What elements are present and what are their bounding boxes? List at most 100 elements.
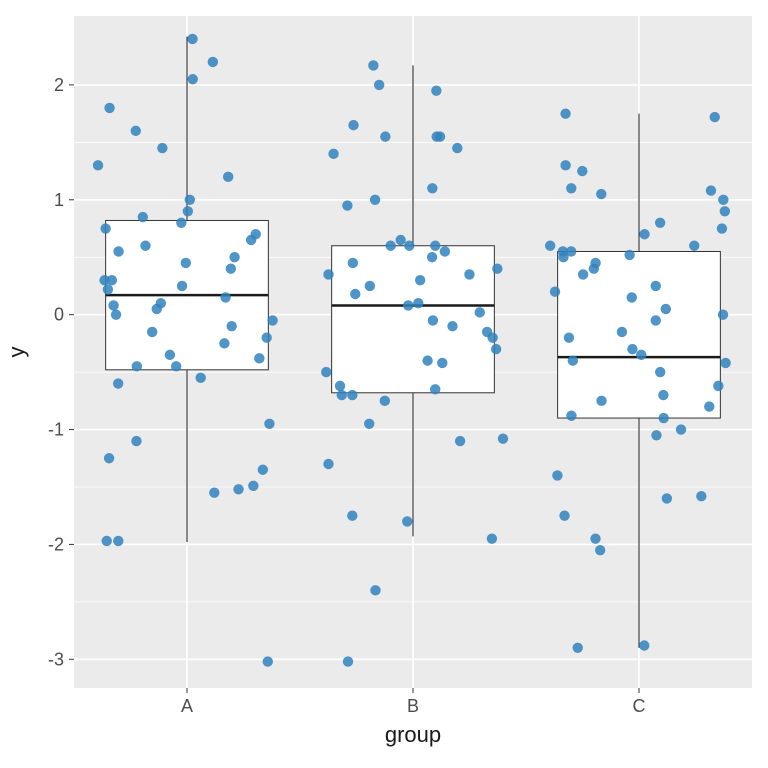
y-axis-title: y xyxy=(4,347,29,358)
data-point xyxy=(350,289,360,299)
x-axis-title: group xyxy=(385,722,441,747)
data-point xyxy=(455,436,465,446)
data-point xyxy=(103,284,113,294)
data-point xyxy=(347,510,357,520)
y-tick-label: 0 xyxy=(54,305,64,325)
x-tick-label: A xyxy=(181,696,193,716)
data-point xyxy=(263,656,273,666)
data-point xyxy=(226,321,236,331)
data-point xyxy=(568,355,578,365)
data-point xyxy=(140,241,150,251)
data-point xyxy=(717,223,727,233)
data-point xyxy=(713,381,723,391)
data-point xyxy=(658,390,668,400)
data-point xyxy=(558,246,568,256)
data-point xyxy=(624,250,634,260)
data-point xyxy=(431,85,441,95)
data-point xyxy=(233,484,243,494)
data-point xyxy=(427,252,437,262)
data-point xyxy=(428,315,438,325)
data-point xyxy=(188,74,198,84)
data-point xyxy=(427,183,437,193)
data-point xyxy=(564,332,574,342)
data-point xyxy=(560,160,570,170)
data-point xyxy=(431,131,441,141)
data-point xyxy=(651,281,661,291)
data-point xyxy=(370,585,380,595)
data-point xyxy=(464,269,474,279)
data-point xyxy=(718,309,728,319)
data-point xyxy=(104,453,114,463)
data-point xyxy=(131,436,141,446)
boxplot-chart: -3-2-1012ABCgroupy xyxy=(0,0,768,768)
data-point xyxy=(171,361,181,371)
data-point xyxy=(321,367,331,377)
data-point xyxy=(380,131,390,141)
data-point xyxy=(560,108,570,118)
data-point xyxy=(246,235,256,245)
data-point xyxy=(658,413,668,423)
data-point xyxy=(559,510,569,520)
data-point xyxy=(368,60,378,70)
box xyxy=(332,246,495,393)
data-point xyxy=(183,206,193,216)
data-point xyxy=(370,195,380,205)
data-point xyxy=(113,536,123,546)
data-point xyxy=(181,258,191,268)
data-point xyxy=(402,516,412,526)
data-point xyxy=(343,656,353,666)
data-point xyxy=(404,241,414,251)
data-point xyxy=(440,246,450,256)
data-point xyxy=(550,286,560,296)
data-point xyxy=(627,292,637,302)
y-tick-label: -1 xyxy=(48,420,64,440)
data-point xyxy=(639,640,649,650)
y-tick-label: 2 xyxy=(54,75,64,95)
data-point xyxy=(704,401,714,411)
data-point xyxy=(590,258,600,268)
data-point xyxy=(258,465,268,475)
data-point xyxy=(226,264,236,274)
data-point xyxy=(596,189,606,199)
data-point xyxy=(104,103,114,113)
data-point xyxy=(566,183,576,193)
data-point xyxy=(482,327,492,337)
data-point xyxy=(261,332,271,342)
data-point xyxy=(689,241,699,251)
data-point xyxy=(223,172,233,182)
data-point xyxy=(676,424,686,434)
data-point xyxy=(132,361,142,371)
data-point xyxy=(491,344,501,354)
data-point xyxy=(348,120,358,130)
data-point xyxy=(208,57,218,67)
data-point xyxy=(590,533,600,543)
data-point xyxy=(430,384,440,394)
data-point xyxy=(220,292,230,302)
data-point xyxy=(661,304,671,314)
data-point xyxy=(264,419,274,429)
data-point xyxy=(176,218,186,228)
x-tick-label: C xyxy=(633,696,646,716)
data-point xyxy=(337,390,347,400)
data-point xyxy=(552,470,562,480)
data-point xyxy=(385,241,395,251)
data-point xyxy=(651,315,661,325)
data-point xyxy=(138,212,148,222)
data-point xyxy=(248,481,258,491)
data-point xyxy=(195,373,205,383)
data-point xyxy=(452,143,462,153)
data-point xyxy=(342,200,352,210)
data-point xyxy=(487,533,497,543)
data-point xyxy=(335,381,345,391)
data-point xyxy=(113,246,123,256)
data-point xyxy=(720,358,730,368)
x-tick-label: B xyxy=(407,696,419,716)
data-point xyxy=(111,309,121,319)
data-point xyxy=(177,281,187,291)
data-point xyxy=(573,643,583,653)
data-point xyxy=(662,493,672,503)
data-point xyxy=(655,218,665,228)
data-point xyxy=(102,536,112,546)
data-point xyxy=(147,327,157,337)
data-point xyxy=(156,298,166,308)
